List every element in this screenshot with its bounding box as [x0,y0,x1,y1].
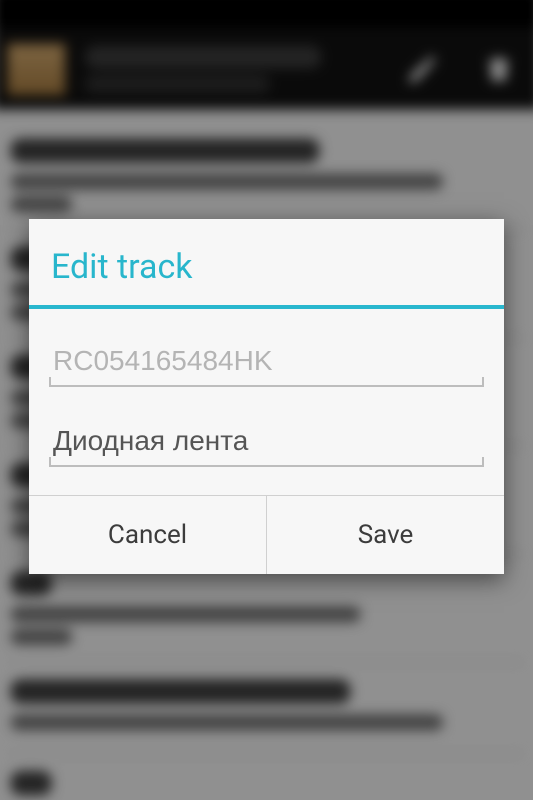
track-name-input[interactable] [49,417,484,467]
cancel-button[interactable]: Cancel [29,496,266,574]
edit-track-dialog: Edit track Cancel Save [29,219,504,574]
field-underline [49,465,484,467]
dialog-button-row: Cancel Save [29,495,504,574]
save-button[interactable]: Save [266,496,504,574]
track-code-input[interactable] [49,337,484,387]
track-code-field-wrap [49,337,484,387]
dialog-body [29,309,504,495]
field-underline [49,385,484,387]
track-name-field-wrap [49,417,484,467]
dialog-title: Edit track [29,219,504,305]
